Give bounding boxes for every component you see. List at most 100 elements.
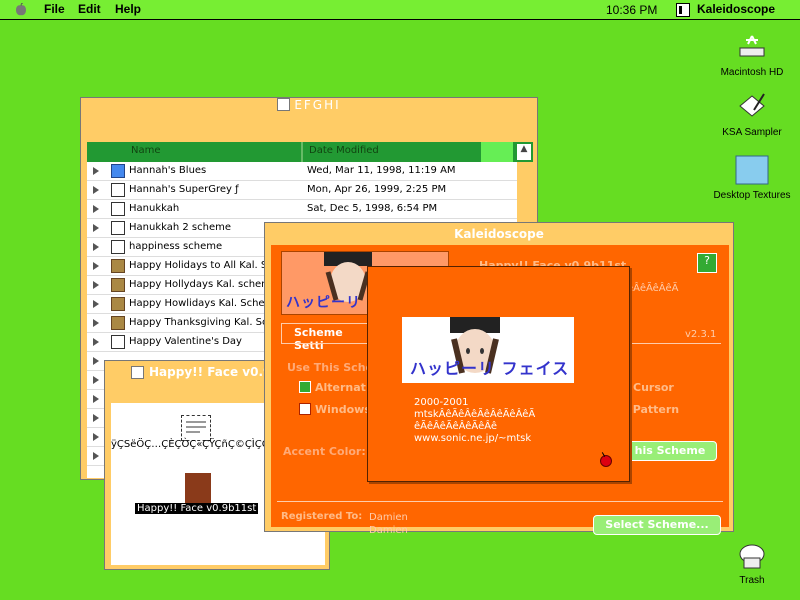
desktop-icon-label: Macintosh HD	[720, 67, 784, 78]
registered-to-value: Damien Damien	[369, 511, 408, 537]
alternate-option-label: Alternat	[315, 381, 366, 394]
about-credits: 2000-2001 mtskÂêÃêÂêÃêÂêÃêÂêÃ êÃêÂêÃêÂêÃ…	[414, 397, 535, 445]
scheme-author-text: êÂêÃêÂêÃ	[627, 283, 679, 294]
text-document-icon[interactable]	[181, 415, 211, 441]
disclosure-triangle-icon[interactable]	[93, 243, 99, 251]
finder-window-title: EFGHI	[294, 98, 341, 112]
windows-checkbox[interactable]	[299, 403, 311, 415]
about-author-line: êÃêÂêÃêÂêÃêÂê	[414, 421, 498, 432]
disclosure-triangle-icon[interactable]	[93, 319, 99, 327]
disclosure-triangle-icon[interactable]	[93, 281, 99, 289]
disclosure-triangle-icon[interactable]	[93, 167, 99, 175]
disclosure-triangle-icon[interactable]	[93, 338, 99, 346]
disclosure-triangle-icon[interactable]	[93, 395, 99, 403]
menu-help[interactable]: Help	[115, 2, 141, 16]
document-icon	[111, 221, 125, 235]
column-divider[interactable]	[301, 142, 303, 162]
sort-direction-icon[interactable]: ▲	[517, 144, 531, 160]
scheme-logo: ハッピーリ フェイス	[402, 317, 574, 383]
bomb-icon[interactable]	[600, 455, 612, 467]
picture-document-icon	[111, 297, 125, 311]
registered-user-name: Damien	[369, 512, 408, 523]
disclosure-triangle-icon[interactable]	[93, 262, 99, 270]
disclosure-triangle-icon[interactable]	[93, 205, 99, 213]
desktop-icon-label: Desktop Textures	[713, 190, 791, 201]
application-menu-icon[interactable]	[676, 3, 690, 17]
window-close-box[interactable]	[131, 366, 144, 379]
menu-bar: File Edit Help 10:36 PM Kaleidoscope	[0, 0, 800, 20]
disclosure-triangle-icon[interactable]	[93, 452, 99, 460]
folder-icon	[111, 164, 125, 178]
menu-clock[interactable]: 10:36 PM	[606, 3, 657, 17]
panel-divider	[277, 501, 723, 502]
document-icon	[111, 202, 125, 216]
desktop-icon-desktop-textures[interactable]: Desktop Textures	[702, 155, 800, 201]
kaleidoscope-title-bar[interactable]: Kaleidoscope	[265, 223, 733, 245]
text-lines-icon	[186, 421, 206, 433]
table-row[interactable]: Hannah's SuperGrey ƒ Mon, Apr 26, 1999, …	[87, 181, 517, 200]
scheme-file-label[interactable]: Happy!! Face v0.9b11st	[135, 503, 259, 514]
document-icon	[111, 240, 125, 254]
use-this-scheme-button[interactable]: his Scheme	[623, 441, 717, 461]
use-this-scheme-label: Use This Sche	[287, 361, 373, 374]
finder-title-bar[interactable]: EFGHI	[81, 98, 537, 120]
desktop-icon-label: KSA Sampler	[722, 127, 782, 138]
document-icon	[111, 183, 125, 197]
desktop-icon-ksa-sampler[interactable]: KSA Sampler	[702, 92, 800, 138]
apple-menu-icon[interactable]	[14, 3, 28, 17]
finder-column-header: Name Date Modified ▲	[87, 142, 533, 162]
folder-icon	[735, 155, 769, 185]
file-date: Mon, Apr 26, 1999, 2:25 PM	[307, 184, 447, 195]
about-scheme-dialog[interactable]: ハッピーリ フェイス 2000-2001 mtskÂêÃêÂêÃêÂêÃêÂêÃ…	[367, 266, 630, 482]
disclosure-triangle-icon[interactable]	[93, 186, 99, 194]
disclosure-triangle-icon[interactable]	[93, 376, 99, 384]
hard-drive-icon	[739, 35, 765, 57]
table-row[interactable]: Hannah's Blues Wed, Mar 11, 1998, 11:19 …	[87, 162, 517, 181]
tab-scheme-settings[interactable]: Scheme Setti	[281, 323, 375, 352]
scheme-banner-title: ハッピーリ	[286, 295, 361, 311]
disclosure-triangle-icon[interactable]	[93, 300, 99, 308]
about-url: www.sonic.ne.jp/~mtsk	[414, 433, 532, 444]
disclosure-triangle-icon[interactable]	[93, 433, 99, 441]
file-name: Hannah's SuperGrey ƒ	[129, 184, 239, 195]
select-scheme-button[interactable]: Select Scheme...	[593, 515, 721, 535]
menu-file[interactable]: File	[44, 2, 65, 16]
file-name: Hannah's Blues	[129, 165, 207, 176]
cursor-option-label: Cursor	[633, 381, 674, 394]
disclosure-triangle-icon[interactable]	[93, 224, 99, 232]
file-date: Sat, Dec 5, 1998, 6:54 PM	[307, 203, 438, 214]
picture-document-icon	[111, 278, 125, 292]
picture-document-icon	[111, 259, 125, 273]
window-close-box[interactable]	[277, 98, 291, 111]
disclosure-triangle-icon[interactable]	[93, 357, 99, 365]
registered-to-label: Registered To:	[281, 511, 363, 522]
scheme-logo-title: ハッピーリ フェイス	[410, 359, 570, 378]
column-header-name[interactable]: Name	[131, 145, 161, 156]
table-row[interactable]: Hanukkah Sat, Dec 5, 1998, 6:54 PM	[87, 200, 517, 219]
help-button[interactable]: ?	[697, 253, 717, 273]
desktop-icon-trash[interactable]: Trash	[702, 542, 800, 586]
about-author-line: mtskÂêÃêÂêÃêÂêÃêÂêÃ	[414, 409, 536, 420]
disclosure-triangle-icon[interactable]	[93, 414, 99, 422]
file-date: Wed, Mar 11, 1998, 11:19 AM	[307, 165, 456, 176]
accent-color-label: Accent Color:	[283, 445, 366, 458]
scheme-file-icon[interactable]	[185, 473, 211, 503]
document-pen-icon	[739, 93, 765, 117]
text-document-label[interactable]: ÿÇSëÖÇ…ÇÈÇÒÇ«ÇŸÇñÇ©ÇÌÇÇÈ	[111, 439, 275, 450]
application-menu-name[interactable]: Kaleidoscope	[697, 2, 775, 16]
desktop-icon-macintosh-hd[interactable]: Macintosh HD	[702, 34, 800, 78]
alternate-checkbox[interactable]	[299, 381, 311, 393]
document-icon	[111, 335, 125, 349]
sort-column-button[interactable]	[481, 142, 513, 162]
kaleidoscope-window-title: Kaleidoscope	[454, 227, 544, 241]
desktop-icon-label: Trash	[739, 575, 765, 586]
file-name: Hanukkah	[129, 203, 180, 214]
menu-edit[interactable]: Edit	[78, 2, 101, 16]
version-label: v2.3.1	[685, 329, 717, 340]
registered-organization: Damien	[369, 525, 408, 536]
picture-document-icon	[111, 316, 125, 330]
windows-option-label: Windows	[315, 403, 371, 416]
about-year: 2000-2001	[414, 397, 469, 408]
trash-icon	[739, 544, 765, 569]
column-header-date[interactable]: Date Modified	[309, 145, 379, 156]
